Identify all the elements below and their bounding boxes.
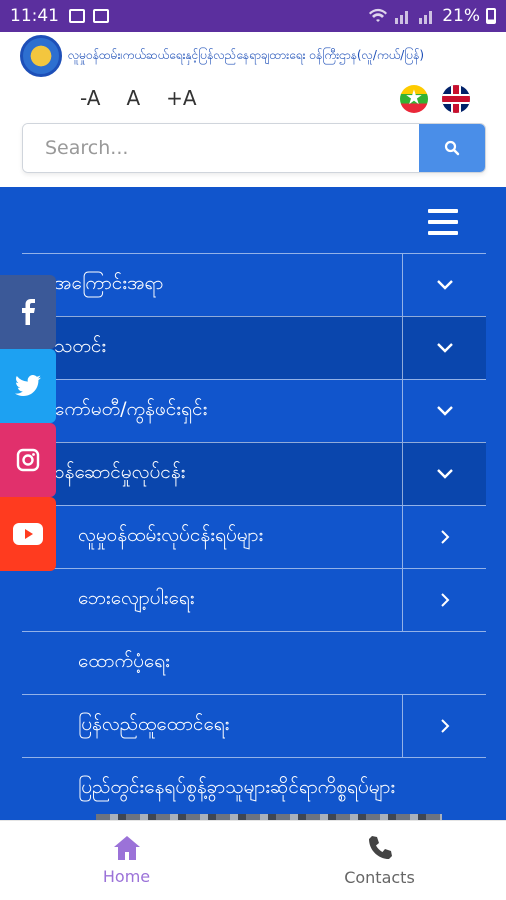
check-icon	[93, 9, 109, 23]
bottom-nav-home[interactable]: Home	[0, 821, 253, 900]
twitter-icon	[15, 375, 41, 397]
hamburger-menu-icon[interactable]	[428, 209, 458, 235]
youtube-icon	[13, 523, 43, 545]
chevron-right-icon[interactable]	[402, 695, 486, 757]
instagram-icon	[16, 448, 40, 472]
youtube-button[interactable]	[0, 497, 56, 571]
twitter-button[interactable]	[0, 349, 56, 423]
status-bar: 11:41 21%	[0, 0, 506, 32]
main-navigation: အကြောင်းအရာ သတင်း ကော်မတီ/ကွန်ဖင်းရှင်း …	[0, 187, 506, 820]
bottom-nav-home-label: Home	[102, 867, 151, 886]
bottom-nav-contacts[interactable]: Contacts	[253, 821, 506, 900]
wifi-icon	[369, 8, 388, 22]
nav-menu: အကြောင်းအရာ သတင်း ကော်မတီ/ကွန်ဖင်းရှင်း …	[22, 253, 486, 820]
phone-icon	[368, 836, 392, 859]
ministry-logo[interactable]	[20, 35, 62, 77]
language-switcher	[400, 85, 470, 113]
myanmar-flag-icon[interactable]	[400, 85, 428, 113]
menu-item-label: ထောက်ပံ့ရေး	[78, 650, 170, 672]
bottom-nav-contacts-label: Contacts	[344, 868, 415, 887]
search-bar	[22, 123, 486, 173]
menu-item-support[interactable]: ထောက်ပံ့ရေး	[22, 631, 486, 694]
chevron-down-icon[interactable]	[402, 380, 486, 442]
search-button[interactable]	[419, 124, 485, 172]
font-increase-button[interactable]: +A	[166, 86, 196, 110]
menu-item-idp-affairs[interactable]: ပြည်တွင်းနေရပ်စွန့်ခွာသူများဆိုင်ရာကိစ္စ…	[22, 757, 486, 820]
font-size-controls: -A A +A	[80, 86, 197, 110]
menu-item-committees[interactable]: ကော်မတီ/ကွန်ဖင်းရှင်း	[22, 379, 486, 442]
search-input[interactable]	[23, 124, 419, 172]
menu-item-label: ပြည်တွင်းနေရပ်စွန့်ခွာသူများဆိုင်ရာကိစ္စ…	[78, 776, 396, 798]
site-name[interactable]: လူမှုဝန်ထမ်း၊ကယ်ဆယ်ရေးနှင့်ပြန်လည်နေရာချ…	[68, 47, 424, 65]
chevron-down-icon[interactable]	[402, 254, 486, 316]
uk-flag-icon[interactable]	[442, 85, 470, 113]
instagram-button[interactable]	[0, 423, 56, 497]
chevron-right-icon[interactable]	[402, 569, 486, 631]
home-icon	[113, 836, 140, 860]
battery-percent: 21%	[442, 6, 480, 26]
menu-item-label: လူမှုဝန်ထမ်းလုပ်ငန်းရပ်များ	[78, 524, 264, 546]
signal-icon	[395, 11, 409, 24]
facebook-icon	[22, 299, 35, 325]
social-share-bar	[0, 275, 56, 571]
menu-item-services[interactable]: ဝန်ဆောင်မှုလုပ်ငန်း	[22, 442, 486, 505]
font-normal-button[interactable]: A	[126, 86, 140, 110]
status-time: 11:41	[10, 6, 59, 26]
facebook-button[interactable]	[0, 275, 56, 349]
search-icon	[444, 140, 460, 156]
font-decrease-button[interactable]: -A	[80, 86, 100, 110]
site-header: လူမှုဝန်ထမ်း၊ကယ်ဆယ်ရေးနှင့်ပြန်လည်နေရာချ…	[0, 32, 506, 80]
menu-item-about[interactable]: အကြောင်းအရာ	[22, 253, 486, 316]
menu-item-rehabilitation[interactable]: ပြန်လည်ထူထောင်ရေး	[22, 694, 486, 757]
menu-item-label: ပြန်လည်ထူထောင်ရေး	[78, 713, 230, 735]
menu-item-disaster-reduction[interactable]: ဘေးလျော့ပါးရေး	[22, 568, 486, 631]
chevron-right-icon[interactable]	[402, 506, 486, 568]
signal-2-icon	[419, 11, 433, 24]
menu-item-label: ဘေးလျော့ပါးရေး	[78, 587, 195, 609]
bottom-navigation: Home Contacts	[0, 820, 506, 900]
gallery-icon	[69, 9, 85, 23]
menu-item-news[interactable]: သတင်း	[22, 316, 486, 379]
chevron-down-icon[interactable]	[402, 443, 486, 505]
menu-item-social-welfare[interactable]: လူမှုဝန်ထမ်းလုပ်ငန်းရပ်များ	[22, 505, 486, 568]
chevron-down-icon[interactable]	[402, 317, 486, 379]
battery-icon	[486, 8, 496, 24]
